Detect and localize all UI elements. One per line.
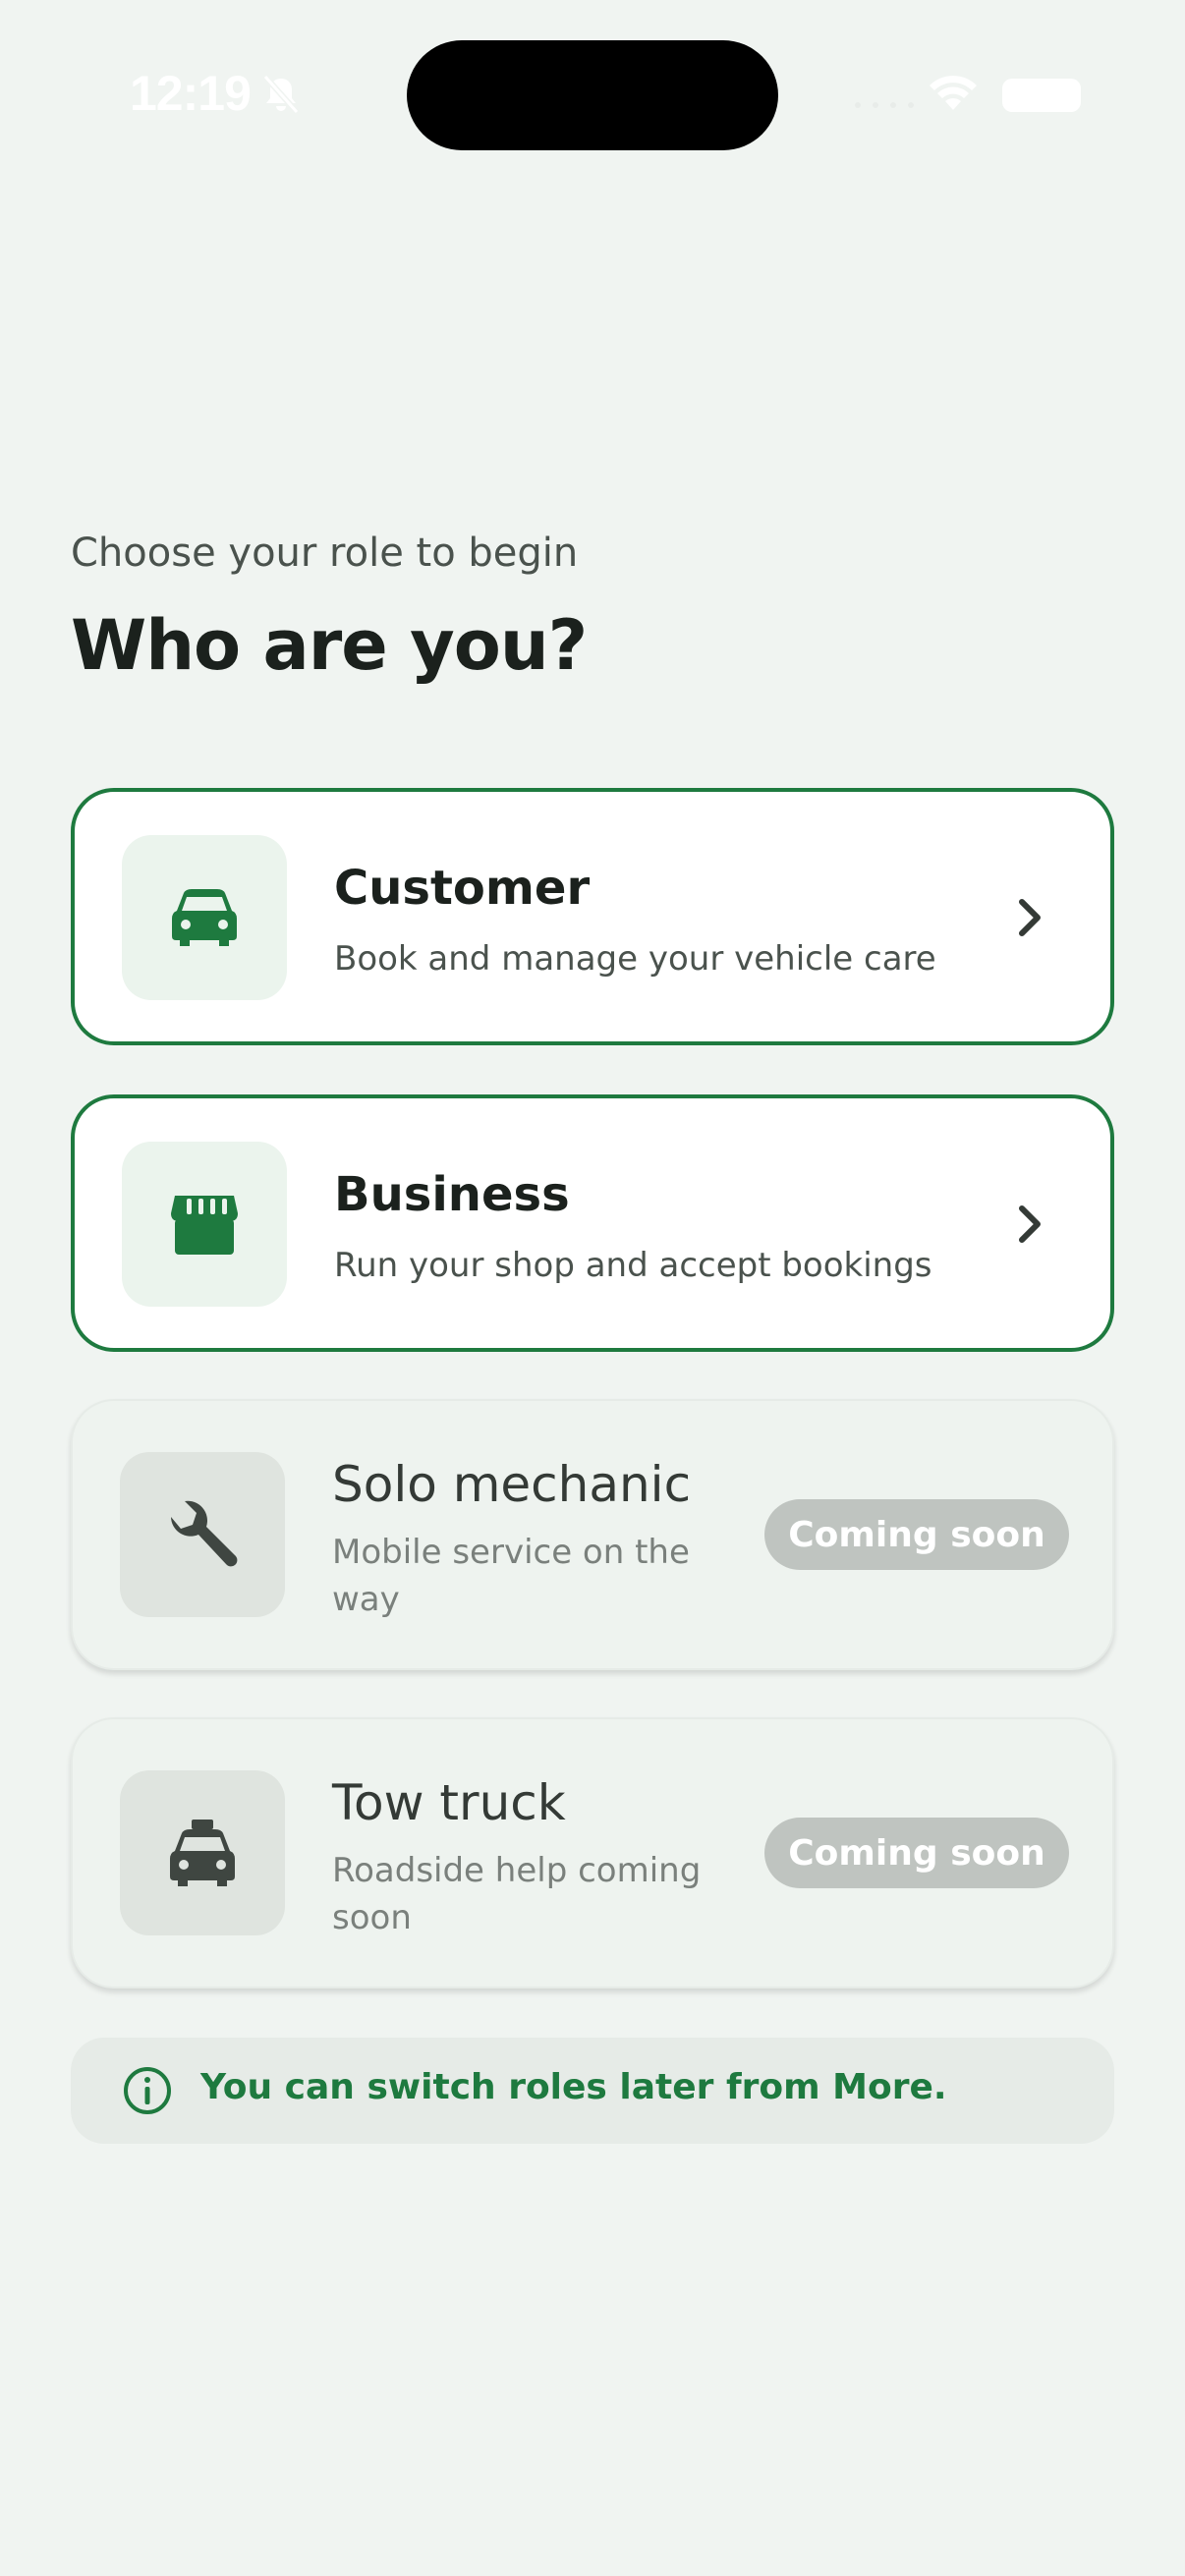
role-title: Customer [334, 861, 591, 916]
info-icon [124, 2067, 171, 2114]
role-icon-tile [120, 1452, 285, 1617]
role-card-tow-truck: Tow truck Roadside help coming soon Comi… [71, 1717, 1114, 1988]
car-icon [172, 889, 237, 946]
wifi-icon [930, 76, 977, 110]
coming-soon-badge: Coming soon [764, 1499, 1069, 1570]
role-description: Book and manage your vehicle care [334, 939, 936, 979]
coming-soon-badge: Coming soon [764, 1818, 1069, 1888]
info-note: You can switch roles later from More. [71, 2038, 1114, 2144]
role-description: Roadside help coming soon [332, 1851, 702, 1937]
storefront-icon [171, 1196, 238, 1255]
battery-icon [1002, 79, 1081, 112]
role-title: Business [334, 1167, 570, 1222]
wrench-icon [171, 1500, 238, 1567]
role-title: Solo mechanic [332, 1456, 692, 1513]
dynamic-island [407, 40, 778, 150]
role-icon-tile [120, 1770, 285, 1935]
role-description: Run your shop and accept bookings [334, 1246, 932, 1285]
status-time: 12:19 [130, 66, 252, 121]
chevron-right-icon [1019, 899, 1041, 936]
taxi-icon [170, 1820, 235, 1886]
role-card-business[interactable]: Business Run your shop and accept bookin… [71, 1094, 1114, 1352]
role-selection-screen: 12:19 Choose your role to begin Who are … [0, 0, 1185, 2576]
chevron-right-icon [1019, 1205, 1041, 1243]
role-description: Mobile service on the way [332, 1533, 690, 1619]
info-text: You can switch roles later from More. [200, 2067, 947, 2107]
page-title: Who are you? [71, 605, 588, 686]
role-card-customer[interactable]: Customer Book and manage your vehicle ca… [71, 788, 1114, 1045]
page-subtitle: Choose your role to begin [71, 531, 579, 576]
cellular-signal-icon [855, 102, 914, 108]
role-icon-tile [122, 835, 287, 1000]
bell-muted-icon [262, 75, 300, 114]
role-title: Tow truck [332, 1774, 566, 1831]
role-card-solo-mechanic: Solo mechanic Mobile service on the way … [71, 1399, 1114, 1670]
role-icon-tile [122, 1142, 287, 1307]
